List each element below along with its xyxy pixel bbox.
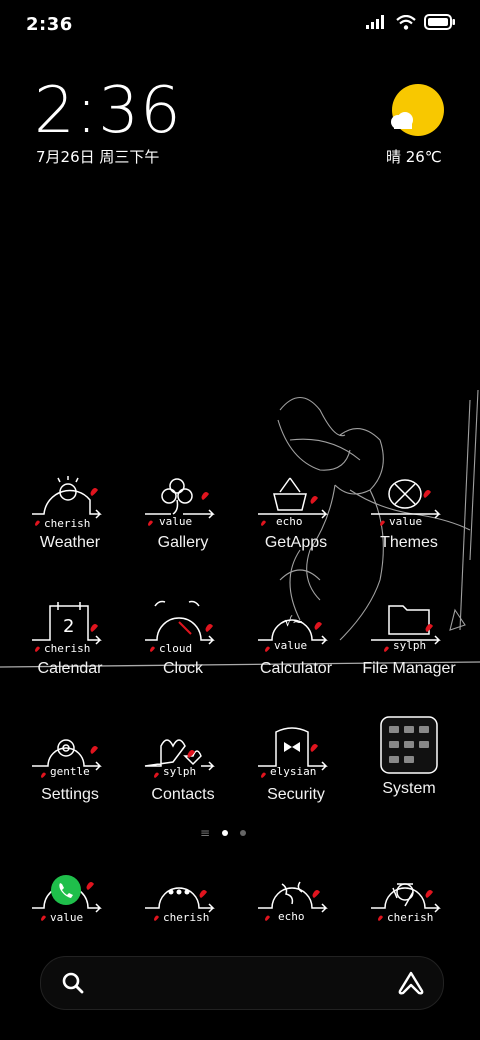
svg-text:value: value [389, 515, 422, 528]
globe-icon: echo [258, 881, 328, 923]
basket-icon: echo [258, 477, 328, 528]
svg-text:elysian: elysian [270, 765, 316, 778]
folder-grid-icon [380, 716, 438, 774]
app-calendar[interactable]: 2 cherish Calendar [15, 596, 125, 678]
alarm-clock-icon: cloud [145, 600, 215, 655]
chat-bubble-icon: cherish [145, 887, 215, 924]
app-security[interactable]: elysian Security [241, 722, 351, 804]
app-gallery[interactable]: value Gallery [128, 470, 238, 552]
svg-text:value: value [50, 911, 83, 924]
palette-icon: value [371, 479, 441, 528]
app-themes[interactable]: value Themes [354, 470, 464, 552]
svg-text:2: 2 [63, 616, 74, 637]
folder-icon: sylph [371, 605, 441, 652]
shield-icon: elysian [258, 727, 328, 778]
app-label: Calendar [37, 660, 103, 677]
cloud-icon [391, 112, 413, 129]
search-bar[interactable] [40, 956, 444, 1010]
app-label: System [382, 780, 436, 797]
clover-icon: value [145, 478, 215, 528]
app-clock[interactable]: cloud Clock [128, 596, 238, 678]
app-label: Themes [380, 534, 438, 551]
svg-text:echo: echo [276, 515, 303, 528]
dock-camera[interactable]: cherish [354, 870, 464, 930]
clock-widget-time[interactable]: 2:36 [34, 74, 182, 148]
battery-icon [424, 14, 455, 30]
svg-text:sylph: sylph [163, 765, 196, 778]
app-label: Calculator [259, 660, 333, 677]
clock-widget-date[interactable]: 7月26日 周三下午 [36, 146, 159, 167]
page-dot-active[interactable] [222, 830, 229, 836]
svg-text:sylph: sylph [393, 639, 426, 652]
svg-text:cherish: cherish [387, 911, 433, 924]
wifi-icon [396, 14, 416, 30]
dock-messages[interactable]: cherish [128, 870, 238, 930]
page-indicator[interactable]: ≡ [200, 826, 247, 840]
app-label: Settings [41, 786, 99, 803]
app-contacts[interactable]: sylph Contacts [128, 722, 238, 804]
status-icons [366, 14, 456, 30]
dock-browser[interactable]: echo [241, 870, 351, 930]
calendar-icon: 2 cherish [32, 602, 102, 655]
app-label: GetApps [264, 534, 328, 551]
weather-widget-text[interactable]: 晴 26℃ [386, 146, 442, 167]
page-dot[interactable] [240, 830, 247, 836]
app-calculator[interactable]: √~ value Calculator [241, 596, 351, 678]
app-file-manager[interactable]: sylph File Manager [354, 596, 464, 678]
svg-text:echo: echo [278, 910, 305, 923]
app-settings[interactable]: gentle Settings [15, 722, 125, 804]
app-label: Security [267, 786, 325, 803]
gear-icon: gentle [32, 739, 102, 778]
signal-icon [366, 15, 384, 29]
app-system-folder[interactable]: System [354, 716, 464, 798]
hearts-icon: sylph [144, 739, 215, 778]
svg-text:gentle: gentle [50, 765, 90, 778]
search-icon[interactable] [61, 971, 85, 995]
app-weather[interactable]: cherish Weather [15, 470, 125, 552]
menu-lines-icon: ≡ [200, 826, 211, 840]
svg-text:value: value [159, 515, 192, 528]
app-label: Clock [162, 660, 203, 677]
svg-text:cherish: cherish [44, 517, 90, 530]
calculator-icon: √~ value [258, 615, 328, 652]
app-label: Weather [39, 534, 101, 551]
assistant-icon[interactable] [397, 969, 425, 997]
svg-text:cloud: cloud [159, 642, 192, 655]
svg-text:value: value [274, 639, 307, 652]
app-label: Gallery [157, 534, 209, 551]
dock-phone[interactable]: value [15, 870, 125, 930]
svg-text:cherish: cherish [163, 911, 209, 924]
weather-icon: cherish [32, 476, 102, 530]
app-label: File Manager [362, 660, 456, 677]
aperture-icon: cherish [371, 883, 441, 924]
app-label: Contacts [151, 786, 215, 803]
app-getapps[interactable]: echo GetApps [241, 470, 351, 552]
status-time: 2:36 [26, 14, 73, 35]
phone-icon: value [32, 875, 102, 924]
svg-text:cherish: cherish [44, 642, 90, 655]
svg-text:√~: √~ [284, 615, 303, 630]
